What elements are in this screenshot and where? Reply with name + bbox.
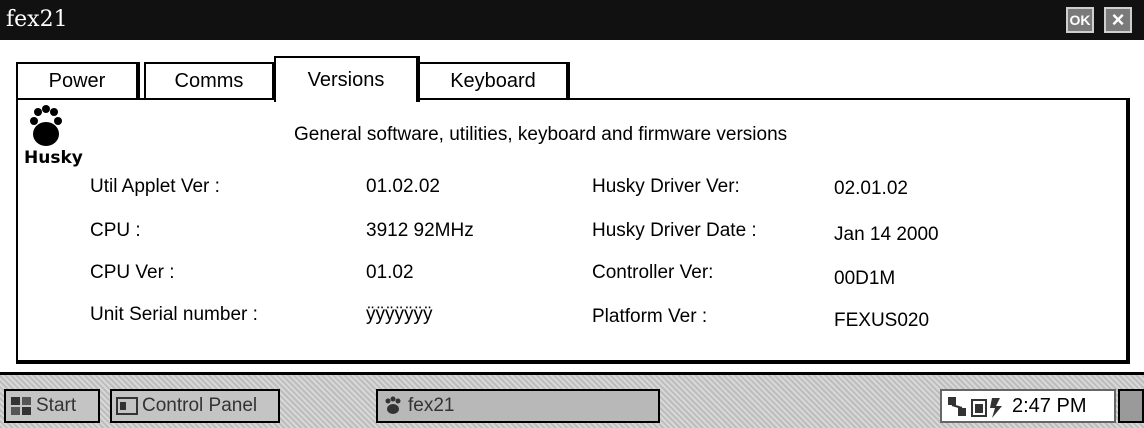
tab-label: Power xyxy=(48,69,106,92)
tab-power[interactable]: Power xyxy=(16,62,140,98)
control-panel-icon xyxy=(116,396,138,416)
task-label: fex21 xyxy=(408,395,455,416)
tab-versions[interactable]: Versions xyxy=(274,56,420,102)
cpu-value: 3912 92MHz xyxy=(366,220,474,241)
fex21-task-button[interactable]: fex21 xyxy=(376,389,660,423)
taskbar: Start Control Panel fex21 2:47 PM xyxy=(0,372,1144,428)
unit-serial-value: ÿÿÿÿÿÿÿ xyxy=(366,304,433,325)
cpu-ver-value: 01.02 xyxy=(366,262,414,283)
ok-button[interactable]: OK xyxy=(1066,7,1094,33)
platform-ver-label: Platform Ver : xyxy=(592,306,708,327)
unit-serial-label: Unit Serial number : xyxy=(90,304,258,325)
panel-heading: General software, utilities, keyboard an… xyxy=(294,124,788,145)
tab-label: Comms xyxy=(174,69,244,92)
husky-driver-date-value: Jan 14 2000 xyxy=(834,224,939,245)
husky-driver-ver-value: 02.01.02 xyxy=(834,178,908,199)
control-panel-label: Control Panel xyxy=(142,395,258,416)
cpu-label: CPU : xyxy=(90,220,141,241)
controller-ver-value: 00D1M xyxy=(834,268,896,289)
show-desktop-icon[interactable] xyxy=(1118,389,1144,423)
tab-comms[interactable]: Comms xyxy=(144,62,276,98)
tab-keyboard[interactable]: Keyboard xyxy=(418,62,570,98)
clock[interactable]: 2:47 PM xyxy=(1012,395,1086,418)
platform-ver-value: FEXUS020 xyxy=(834,310,930,331)
start-label: Start xyxy=(36,395,77,416)
controller-ver-label: Controller Ver: xyxy=(592,262,714,283)
versions-panel: Husky General software, utilities, keybo… xyxy=(16,98,1130,364)
cpu-ver-label: CPU Ver : xyxy=(90,262,175,283)
paw-icon xyxy=(382,396,404,416)
system-tray: 2:47 PM xyxy=(940,389,1116,423)
window-title: fex21 xyxy=(6,7,68,32)
husky-driver-date-label: Husky Driver Date : xyxy=(592,220,757,241)
window-client-area: Power Comms Versions Keyboard Husky Gene… xyxy=(0,40,1144,372)
battery-icon xyxy=(971,399,987,417)
husky-logo: Husky xyxy=(22,104,83,168)
tab-label: Versions xyxy=(307,68,385,91)
title-bar[interactable]: fex21 OK × xyxy=(0,0,1144,40)
network-icon xyxy=(948,397,966,416)
tray-icons xyxy=(946,394,1008,425)
close-button[interactable]: × xyxy=(1104,7,1132,33)
husky-driver-ver-label: Husky Driver Ver: xyxy=(592,176,740,197)
logo-text: Husky xyxy=(24,148,83,168)
windows-logo-icon xyxy=(10,396,32,416)
tab-label: Keyboard xyxy=(450,69,536,92)
util-applet-ver-value: 01.02.02 xyxy=(366,176,440,197)
util-applet-ver-label: Util Applet Ver : xyxy=(90,176,220,197)
control-panel-task-button[interactable]: Control Panel xyxy=(110,389,280,423)
properties-window: fex21 OK × Power Comms Versions Keyboard xyxy=(0,0,1144,372)
paw-icon xyxy=(30,105,62,146)
power-plug-icon xyxy=(990,398,1002,418)
start-button[interactable]: Start xyxy=(4,389,100,423)
